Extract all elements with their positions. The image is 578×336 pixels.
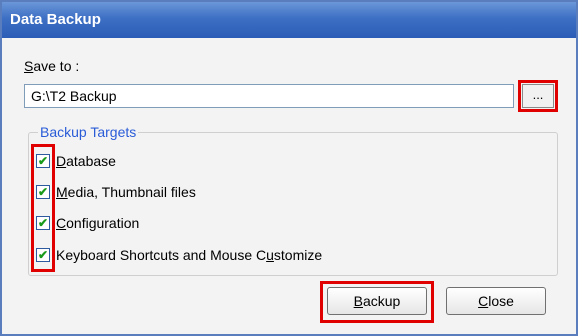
shortcuts-label-prefix: Keyboard Shortcuts and Mouse C bbox=[56, 247, 267, 263]
database-checkbox[interactable]: ✔ bbox=[36, 154, 50, 168]
close-button[interactable]: Close bbox=[446, 287, 546, 315]
save-to-label: Save to : bbox=[24, 58, 79, 74]
configuration-label: Configuration bbox=[56, 215, 139, 231]
dialog-title: Data Backup bbox=[2, 2, 576, 38]
backup-button[interactable]: Backup bbox=[327, 287, 427, 315]
data-backup-dialog: Data Backup Save to : ... Backup Targets… bbox=[0, 0, 578, 336]
backup-button-accelerator: B bbox=[353, 293, 363, 309]
database-label-accelerator: D bbox=[56, 153, 67, 169]
configuration-checkbox[interactable]: ✔ bbox=[36, 216, 50, 230]
save-to-label-text: ave to : bbox=[33, 58, 80, 74]
shortcuts-mouse-checkbox[interactable]: ✔ bbox=[36, 248, 50, 262]
media-thumbnail-label: Media, Thumbnail files bbox=[56, 184, 196, 200]
media-label-accelerator: M bbox=[56, 184, 68, 200]
shortcuts-label-text: stomize bbox=[273, 247, 323, 263]
shortcuts-label-accelerator: u bbox=[266, 247, 274, 263]
shortcuts-mouse-label: Keyboard Shortcuts and Mouse Customize bbox=[56, 247, 322, 263]
configuration-label-text: onfiguration bbox=[66, 215, 140, 231]
database-label: Database bbox=[56, 153, 116, 169]
checkbox-row-media[interactable]: ✔ Media, Thumbnail files bbox=[36, 181, 196, 203]
checkbox-row-database[interactable]: ✔ Database bbox=[36, 150, 116, 172]
backup-button-label: ackup bbox=[362, 293, 401, 309]
browse-button[interactable]: ... bbox=[522, 84, 554, 108]
checkbox-row-configuration[interactable]: ✔ Configuration bbox=[36, 212, 139, 234]
database-label-text: atabase bbox=[66, 153, 116, 169]
backup-targets-title: Backup Targets bbox=[38, 124, 139, 140]
dialog-content: Save to : ... Backup Targets ✔ Database … bbox=[2, 38, 576, 334]
close-button-accelerator: C bbox=[478, 293, 489, 309]
save-to-label-accelerator: S bbox=[24, 58, 34, 74]
media-thumbnail-checkbox[interactable]: ✔ bbox=[36, 185, 50, 199]
media-label-text: edia, Thumbnail files bbox=[67, 184, 196, 200]
checkbox-row-shortcuts[interactable]: ✔ Keyboard Shortcuts and Mouse Customize bbox=[36, 244, 322, 266]
save-path-input[interactable] bbox=[24, 84, 514, 108]
close-button-label: lose bbox=[488, 293, 514, 309]
configuration-label-accelerator: C bbox=[56, 215, 67, 231]
